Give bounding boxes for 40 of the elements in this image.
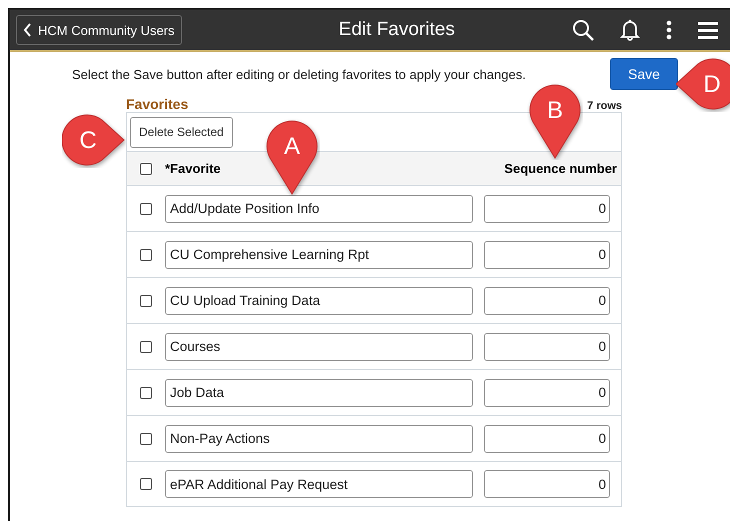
instruction-text: Select the Save button after editing or deleting favorites to apply your changes.	[72, 66, 527, 82]
sequence-field[interactable]: 0	[484, 470, 610, 498]
more-options-icon[interactable]	[666, 20, 672, 40]
column-header: Sequence number	[504, 161, 618, 176]
row-checkbox[interactable]	[140, 340, 152, 352]
favorite-field[interactable]: Courses	[165, 332, 473, 360]
chevron-left-icon	[23, 23, 32, 37]
callout-marker: A	[264, 118, 320, 196]
back-button[interactable]: HCM Community Users	[16, 15, 182, 45]
search-icon[interactable]	[572, 19, 594, 41]
row-checkbox[interactable]	[140, 202, 152, 214]
sequence-field[interactable]: 0	[484, 332, 610, 360]
callout-marker: C	[62, 112, 126, 168]
row-checkbox[interactable]	[140, 432, 152, 444]
favorite-field[interactable]: ePAR Additional Pay Request	[165, 470, 473, 498]
sequence-field[interactable]: 0	[484, 424, 610, 452]
row-checkbox[interactable]	[140, 248, 152, 260]
sequence-field[interactable]: 0	[484, 378, 610, 406]
bell-icon[interactable]	[620, 19, 640, 41]
grid-title: Favorites	[126, 96, 188, 112]
select-all-checkbox[interactable]	[140, 162, 152, 174]
save-button[interactable]: Save	[610, 58, 678, 90]
callout-marker: B	[527, 82, 583, 160]
menu-icon[interactable]	[698, 21, 718, 39]
favorite-field[interactable]: CU Upload Training Data	[165, 286, 473, 314]
row-count: 7 rows	[587, 100, 622, 112]
page-title: Edit Favorites	[338, 19, 456, 41]
favorite-field[interactable]: Add/Update Position Info	[165, 194, 473, 222]
sequence-field[interactable]: 0	[484, 194, 610, 222]
row-checkbox[interactable]	[140, 294, 152, 306]
row-checkbox[interactable]	[140, 478, 152, 490]
favorite-field[interactable]: Job Data	[165, 378, 473, 406]
favorite-field[interactable]: CU Comprehensive Learning Rpt	[165, 240, 473, 268]
column-header: *Favorite	[165, 161, 222, 176]
delete-selected-button[interactable]: Delete Selected	[130, 116, 233, 148]
row-checkbox[interactable]	[140, 386, 152, 398]
sequence-field[interactable]: 0	[484, 240, 610, 268]
favorite-field[interactable]: Non-Pay Actions	[165, 424, 473, 452]
callout-marker: D	[676, 56, 730, 112]
sequence-field[interactable]: 0	[484, 286, 610, 314]
